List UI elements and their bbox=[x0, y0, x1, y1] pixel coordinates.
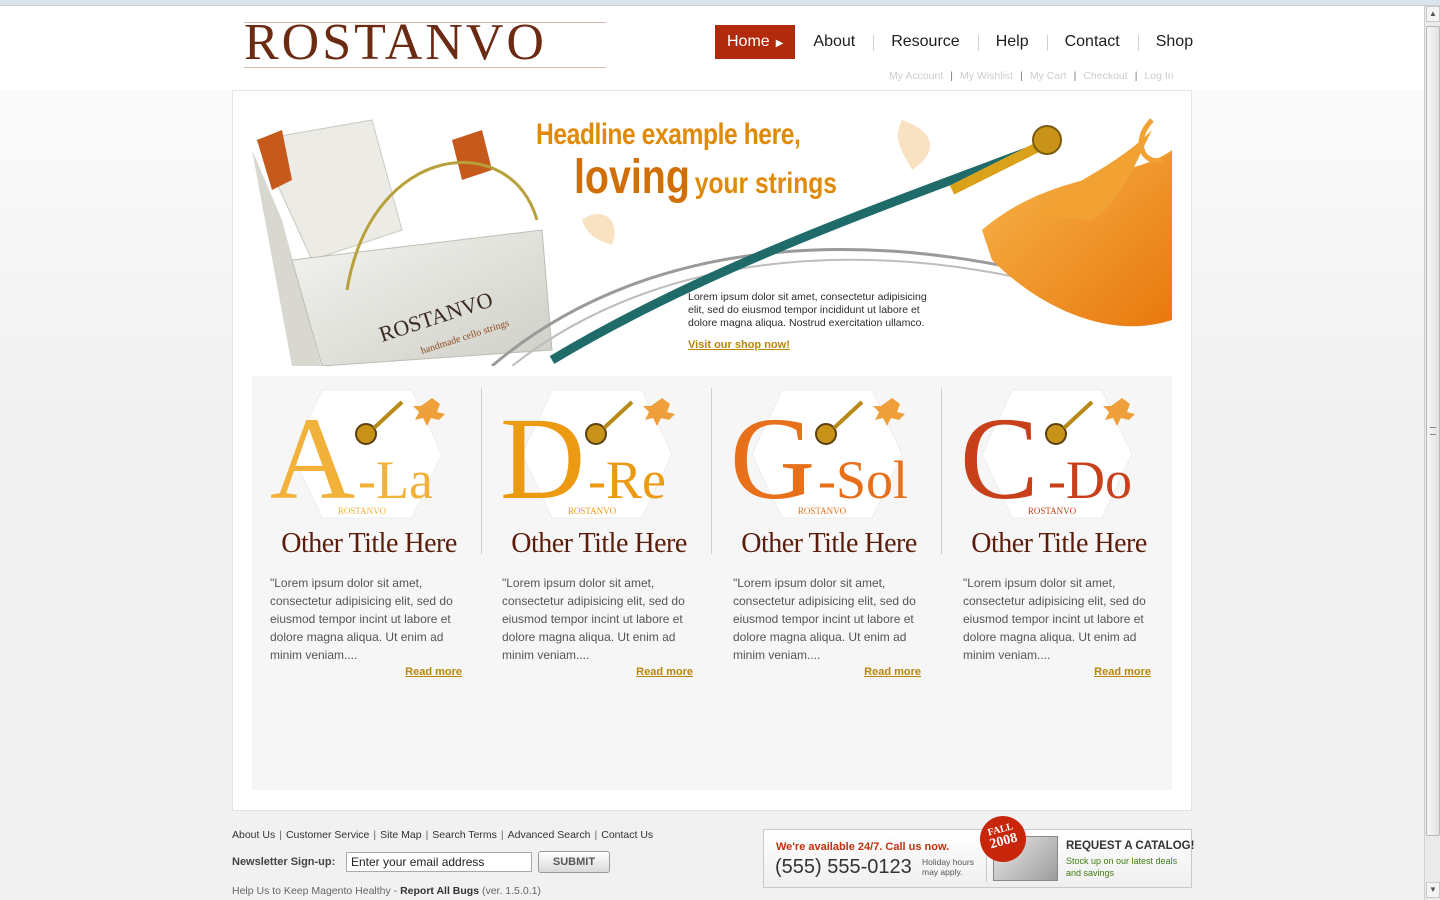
headline-small-words: your strings bbox=[694, 167, 837, 200]
scrollbar-thumb[interactable] bbox=[1426, 26, 1440, 836]
card-emblem-art: C -DoROSTANVO bbox=[960, 389, 1135, 524]
string-peg-icon bbox=[585, 423, 607, 445]
visit-shop-link[interactable]: Visit our shop now! bbox=[688, 339, 790, 351]
card-solfege: -Do bbox=[1048, 450, 1132, 510]
nav-help[interactable]: Help bbox=[977, 25, 1047, 59]
card-brand: ROSTANVO bbox=[798, 506, 847, 516]
feature-card: G -Sol ROSTANVO Other Title Here "Lorem ip… bbox=[722, 388, 936, 688]
string-peg-icon bbox=[355, 423, 377, 445]
card-divider bbox=[481, 388, 482, 554]
main-nav: Home ▶ About Resource Help Contact Shop bbox=[715, 25, 1211, 59]
card-brand: ROSTANVO bbox=[1028, 506, 1077, 516]
card-emblem: A -La ROSTANVO bbox=[262, 388, 476, 528]
card-title: Other Title Here bbox=[971, 528, 1147, 559]
read-more-link[interactable]: Read more bbox=[636, 666, 693, 678]
catalog-subtext: Stock up on our latest deals and savings bbox=[1066, 856, 1178, 878]
read-more-link[interactable]: Read more bbox=[405, 666, 462, 678]
footer-site-map[interactable]: Site Map bbox=[376, 829, 425, 841]
scroll-down-icon[interactable]: ▼ bbox=[1426, 882, 1440, 898]
nav-home-label: Home bbox=[727, 33, 770, 50]
version-text: (ver. 1.5.0.1) bbox=[479, 885, 541, 897]
feature-card: A -La ROSTANVO Other Title Here "Lorem ips… bbox=[262, 388, 476, 688]
read-more-link[interactable]: Read more bbox=[1094, 666, 1151, 678]
footer-customer-service[interactable]: Customer Service bbox=[282, 829, 373, 841]
card-solfege: -Re bbox=[588, 450, 666, 510]
report-bugs-link[interactable]: Report All Bugs bbox=[400, 885, 479, 897]
string-peg-icon bbox=[1045, 423, 1067, 445]
nav-contact[interactable]: Contact bbox=[1046, 25, 1138, 59]
nav-home[interactable]: Home ▶ bbox=[715, 25, 796, 59]
card-emblem: D -Re ROSTANVO bbox=[492, 388, 706, 528]
play-arrow-icon: ▶ bbox=[775, 38, 784, 49]
my-account-link[interactable]: My Account bbox=[889, 70, 950, 82]
hours-line-2: may apply. bbox=[922, 867, 963, 877]
card-emblem: G -Sol ROSTANVO bbox=[722, 388, 936, 528]
help-line: Help Us to Keep Magento Healthy - Report… bbox=[232, 885, 541, 897]
card-divider bbox=[941, 388, 942, 554]
card-text: "Lorem ipsum dolor sit amet, consectetur… bbox=[270, 576, 453, 662]
feature-card: D -Re ROSTANVO Other Title Here "Lorem ips… bbox=[492, 388, 706, 688]
card-letter: A bbox=[270, 393, 355, 524]
banner-body-text: Lorem ipsum dolor sit amet, consectetur … bbox=[688, 291, 927, 329]
availability-text: We're available 24/7. Call us now. bbox=[776, 841, 950, 853]
card-letter: C bbox=[960, 393, 1039, 524]
card-title: Other Title Here bbox=[741, 528, 917, 559]
help-prefix: Help Us to Keep Magento Healthy - bbox=[232, 885, 401, 897]
card-letter: G bbox=[730, 393, 815, 524]
hours-line-1: Holiday hours bbox=[922, 857, 974, 867]
nav-about[interactable]: About bbox=[795, 25, 873, 59]
my-wishlist-link[interactable]: My Wishlist bbox=[953, 70, 1020, 82]
banner-subheadline: loving your strings bbox=[574, 150, 837, 205]
card-text: "Lorem ipsum dolor sit amet, consectetur… bbox=[502, 576, 685, 662]
newsletter-email-input[interactable] bbox=[346, 852, 532, 872]
card-text: "Lorem ipsum dolor sit amet, consectetur… bbox=[733, 576, 916, 662]
footer-advanced-search[interactable]: Advanced Search bbox=[504, 829, 595, 841]
footer-about-us[interactable]: About Us bbox=[232, 829, 279, 841]
login-link[interactable]: Log In bbox=[1137, 70, 1180, 82]
headline-big-word: loving bbox=[574, 151, 690, 204]
banner-headline: Headline example here, bbox=[536, 118, 801, 151]
card-emblem-art: D -ReROSTANVO bbox=[500, 389, 675, 524]
card-text: "Lorem ipsum dolor sit amet, consectetur… bbox=[963, 576, 1146, 662]
footer-contact-us[interactable]: Contact Us bbox=[597, 829, 657, 841]
card-brand: ROSTANVO bbox=[568, 506, 617, 516]
my-cart-link[interactable]: My Cart bbox=[1023, 70, 1074, 82]
holiday-hours-note: Holiday hours may apply. bbox=[922, 857, 974, 877]
request-catalog-link[interactable]: REQUEST A CATALOG! bbox=[1066, 840, 1194, 852]
phone-number: (555) 555-0123 bbox=[775, 856, 912, 878]
string-peg-icon bbox=[815, 423, 837, 445]
card-emblem-art: G -SolROSTANVO bbox=[730, 389, 908, 524]
card-letter: D bbox=[500, 393, 585, 524]
account-links: My Account | My Wishlist | My Cart | Checko… bbox=[889, 70, 1181, 82]
card-emblem-art: A -LaROSTANVO bbox=[270, 389, 445, 524]
card-solfege: -La bbox=[358, 450, 433, 510]
card-brand: ROSTANVO bbox=[338, 506, 387, 516]
footer-search-terms[interactable]: Search Terms bbox=[428, 829, 501, 841]
grip-icon bbox=[1430, 427, 1436, 435]
vertical-scrollbar[interactable]: ▲ ▼ bbox=[1424, 6, 1440, 900]
read-more-link[interactable]: Read more bbox=[864, 666, 921, 678]
checkout-link[interactable]: Checkout bbox=[1076, 70, 1134, 82]
feature-card: C -Do ROSTANVO Other Title Here "Lorem ips… bbox=[952, 388, 1166, 688]
newsletter-label: Newsletter Sign-up: bbox=[232, 856, 336, 868]
site-logo[interactable]: ROSTANVO bbox=[244, 17, 606, 69]
scroll-up-icon[interactable]: ▲ bbox=[1426, 6, 1440, 22]
nav-shop[interactable]: Shop bbox=[1137, 25, 1211, 59]
card-divider bbox=[711, 388, 712, 554]
card-emblem: C -Do ROSTANVO bbox=[952, 388, 1166, 528]
nav-resource[interactable]: Resource bbox=[873, 25, 977, 59]
newsletter-submit-button[interactable]: SUBMIT bbox=[538, 851, 610, 873]
card-solfege: -Sol bbox=[818, 450, 908, 510]
card-title: Other Title Here bbox=[281, 528, 457, 559]
footer-links: About Us | Customer Service | Site Map | Se… bbox=[232, 829, 657, 841]
card-title: Other Title Here bbox=[511, 528, 687, 559]
